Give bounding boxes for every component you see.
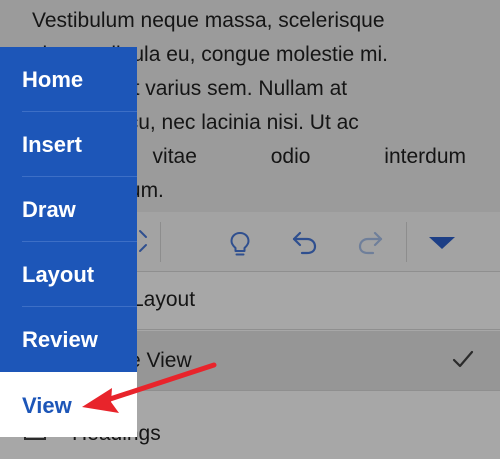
collapse-triangle-icon[interactable] (428, 236, 456, 255)
tab-layout[interactable]: Layout (0, 242, 137, 307)
toolbar-divider (160, 222, 161, 262)
tab-label: Draw (22, 197, 76, 222)
redo-icon[interactable] (356, 230, 384, 261)
lightbulb-icon[interactable] (228, 230, 252, 263)
tab-label: Home (22, 67, 84, 92)
tab-view[interactable]: View (0, 372, 137, 437)
tab-draw[interactable]: Draw (0, 177, 137, 242)
tab-home[interactable]: Home (0, 47, 137, 112)
menu-row-label: Layout (132, 288, 196, 311)
tab-review[interactable]: Review (0, 307, 137, 372)
menu-row-label: e View (129, 349, 192, 372)
ribbon-tab-navigation: Home Insert Draw Layout Review View (0, 47, 137, 437)
tab-label: Layout (22, 262, 95, 287)
tab-insert[interactable]: Insert (0, 112, 137, 177)
tab-label: Review (22, 327, 98, 352)
undo-icon[interactable] (291, 230, 319, 261)
toolbar-divider (406, 222, 407, 262)
checkmark-icon (452, 349, 474, 374)
tab-label: Insert (22, 132, 82, 157)
document-line: Vestibulum neque massa, scelerisque (32, 9, 385, 32)
tab-label: View (22, 393, 72, 418)
